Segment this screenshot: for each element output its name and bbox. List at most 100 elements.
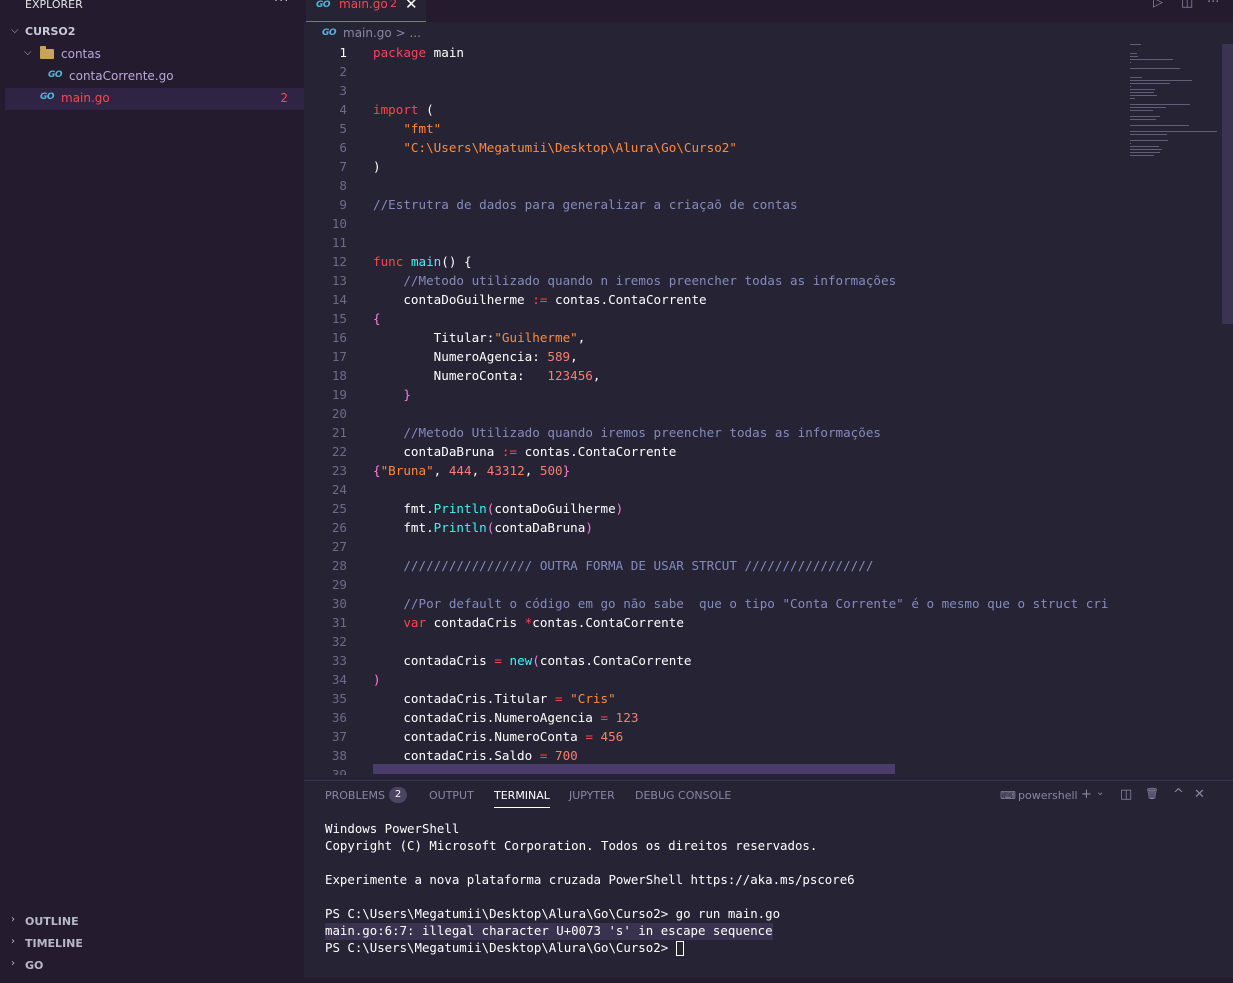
code-line[interactable]: 18 NumeroConta: 123456, bbox=[304, 367, 1233, 386]
line-content: "fmt" bbox=[403, 121, 442, 136]
minimap-line bbox=[1130, 89, 1156, 90]
split-terminal-icon[interactable]: ◫ bbox=[1120, 787, 1132, 802]
line-content: ///////////////// OUTRA FORMA DE USAR ST… bbox=[403, 558, 874, 573]
tab-terminal[interactable]: TERMINAL bbox=[494, 789, 550, 808]
line-content: ) bbox=[373, 672, 381, 687]
code-line[interactable]: 19 } bbox=[304, 386, 1233, 405]
code-line[interactable]: 26 fmt.Println(contaDaBruna) bbox=[304, 519, 1233, 538]
minimap-line bbox=[1130, 155, 1155, 156]
code-line[interactable]: 17 NumeroAgencia: 589, bbox=[304, 348, 1233, 367]
terminal-cursor[interactable] bbox=[675, 941, 684, 956]
line-content: ) bbox=[373, 159, 381, 174]
status-bar bbox=[0, 978, 1233, 983]
timeline-section[interactable]: › TIMELINE bbox=[0, 932, 304, 954]
line-content: contadaCris.Saldo = 700 bbox=[373, 748, 578, 763]
code-line[interactable]: 32 bbox=[304, 633, 1233, 652]
code-line[interactable]: 30 //Por default o código em go não sabe… bbox=[304, 595, 1233, 614]
minimap-line bbox=[1130, 53, 1138, 54]
minimap-line bbox=[1130, 116, 1160, 117]
line-number: 12 bbox=[331, 254, 347, 269]
tab-debug-console[interactable]: DEBUG CONSOLE bbox=[635, 789, 731, 802]
code-line[interactable]: 31 var contadaCris *contas.ContaCorrente bbox=[304, 614, 1233, 633]
more-actions-icon[interactable]: ··· bbox=[274, 0, 289, 9]
maximize-panel-icon[interactable]: ^ bbox=[1173, 787, 1184, 802]
minimap[interactable] bbox=[1126, 44, 1222, 174]
minimap-line bbox=[1130, 77, 1142, 78]
line-number: 5 bbox=[339, 121, 347, 136]
code-line[interactable]: 2 bbox=[304, 63, 1233, 82]
tab-jupyter[interactable]: JUPYTER bbox=[569, 789, 615, 802]
chevron-down-icon[interactable]: ⌄ bbox=[1096, 787, 1104, 798]
code-line[interactable]: 1 package main bbox=[304, 44, 1233, 63]
code-line[interactable]: 10 bbox=[304, 215, 1233, 234]
code-line[interactable]: 20 bbox=[304, 405, 1233, 424]
code-line[interactable]: 21 //Metodo Utilizado quando iremos pree… bbox=[304, 424, 1233, 443]
minimap-line bbox=[1130, 104, 1191, 105]
line-number: 14 bbox=[331, 292, 347, 307]
tree-item-label: contas bbox=[61, 47, 101, 61]
minimap-line bbox=[1130, 95, 1157, 96]
code-line[interactable]: 6 "C:\Users\Megatumii\Desktop\Alura\Go\C… bbox=[304, 139, 1233, 158]
tab-output[interactable]: OUTPUT bbox=[429, 789, 474, 802]
code-line[interactable]: 12 func main() { bbox=[304, 253, 1233, 272]
line-number: 19 bbox=[331, 387, 347, 402]
trash-icon[interactable]: 🗑 bbox=[1145, 787, 1159, 800]
code-line[interactable]: 3 bbox=[304, 82, 1233, 101]
tree-item-main-go[interactable]: GO main.go 2 bbox=[5, 88, 304, 110]
vscode-window: EXPLORER ··· ⌵ CURSO2 ⌵ contas GO contaC… bbox=[0, 0, 1233, 983]
terminal-line: Copyright (C) Microsoft Corporation. Tod… bbox=[325, 838, 818, 853]
tab-main-go[interactable]: GO main.go 2 ✕ bbox=[306, 0, 426, 22]
code-line[interactable]: 5 "fmt" bbox=[304, 120, 1233, 139]
code-line[interactable]: 27 bbox=[304, 538, 1233, 557]
code-line[interactable]: 33 contadaCris = new(contas.ContaCorrent… bbox=[304, 652, 1233, 671]
breadcrumb-path[interactable]: main.go > ... bbox=[343, 26, 421, 40]
code-line[interactable]: 25 fmt.Println(contaDoGuilherme) bbox=[304, 500, 1233, 519]
tree-item-contacorrente[interactable]: GO contaCorrente.go bbox=[0, 66, 304, 88]
code-editor[interactable]: 1 package main 2 3 4 import (5 "fmt" 6 "C:\Use… bbox=[304, 44, 1233, 775]
code-line[interactable]: 34) bbox=[304, 671, 1233, 690]
vertical-scrollbar[interactable] bbox=[1222, 44, 1233, 324]
code-line[interactable]: 9 //Estrutra de dados para generalizar a … bbox=[304, 196, 1233, 215]
tree-item-contas[interactable]: ⌵ contas bbox=[0, 44, 304, 66]
minimap-line bbox=[1130, 149, 1162, 150]
close-icon[interactable]: ✕ bbox=[405, 0, 418, 13]
terminal-line: Experimente a nova plataforma cruzada Po… bbox=[325, 872, 855, 887]
line-number: 4 bbox=[339, 102, 347, 117]
run-icon[interactable]: ▷ bbox=[1153, 0, 1163, 10]
code-line[interactable]: 35 contadaCris.Titular = "Cris" bbox=[304, 690, 1233, 709]
close-panel-icon[interactable]: ✕ bbox=[1194, 787, 1205, 802]
outline-section[interactable]: › OUTLINE bbox=[0, 910, 304, 932]
code-line[interactable]: 16 Titular:"Guilherme", bbox=[304, 329, 1233, 348]
line-number: 30 bbox=[331, 596, 347, 611]
code-line[interactable]: 11 bbox=[304, 234, 1233, 253]
more-actions-icon[interactable]: ··· bbox=[1207, 0, 1219, 10]
line-number: 37 bbox=[331, 729, 347, 744]
tab-problems[interactable]: PROBLEMS bbox=[325, 789, 385, 802]
code-line[interactable]: 15 { bbox=[304, 310, 1233, 329]
code-line[interactable]: 23 {"Bruna", 444, 43312, 500} bbox=[304, 462, 1233, 481]
code-line[interactable]: 7) bbox=[304, 158, 1233, 177]
code-line[interactable]: 13 //Metodo utilizado quando n iremos pr… bbox=[304, 272, 1233, 291]
go-file-icon: GO bbox=[316, 0, 331, 10]
line-content: contadaCris.NumeroAgencia = 123 bbox=[373, 710, 639, 725]
line-number: 13 bbox=[331, 273, 347, 288]
code-line[interactable]: 37 contadaCris.NumeroConta = 456 bbox=[304, 728, 1233, 747]
root-folder-row[interactable]: ⌵ CURSO2 bbox=[0, 22, 304, 44]
go-section[interactable]: › GO bbox=[0, 954, 304, 976]
line-content: fmt.Println(contaDoGuilherme) bbox=[373, 501, 624, 516]
shell-name[interactable]: powershell bbox=[1018, 789, 1078, 802]
minimap-line bbox=[1130, 68, 1181, 69]
code-line[interactable]: 22 contaDaBruna := contas.ContaCorrente bbox=[304, 443, 1233, 462]
code-line[interactable]: 28 ///////////////// OUTRA FORMA DE USAR… bbox=[304, 557, 1233, 576]
code-line[interactable]: 8 bbox=[304, 177, 1233, 196]
add-terminal-icon[interactable]: + bbox=[1081, 787, 1092, 802]
code-line[interactable]: 4 import ( bbox=[304, 101, 1233, 120]
code-line[interactable]: 36 contadaCris.NumeroAgencia = 123 bbox=[304, 709, 1233, 728]
line-content: fmt.Println(contaDaBruna) bbox=[373, 520, 593, 535]
horizontal-scrollbar[interactable] bbox=[373, 764, 895, 774]
code-line[interactable]: 29 bbox=[304, 576, 1233, 595]
code-line[interactable]: 14 contaDoGuilherme := contas.ContaCorre… bbox=[304, 291, 1233, 310]
split-editor-icon[interactable]: ◫ bbox=[1181, 0, 1193, 10]
code-line[interactable]: 24 bbox=[304, 481, 1233, 500]
minimap-line bbox=[1130, 143, 1131, 144]
